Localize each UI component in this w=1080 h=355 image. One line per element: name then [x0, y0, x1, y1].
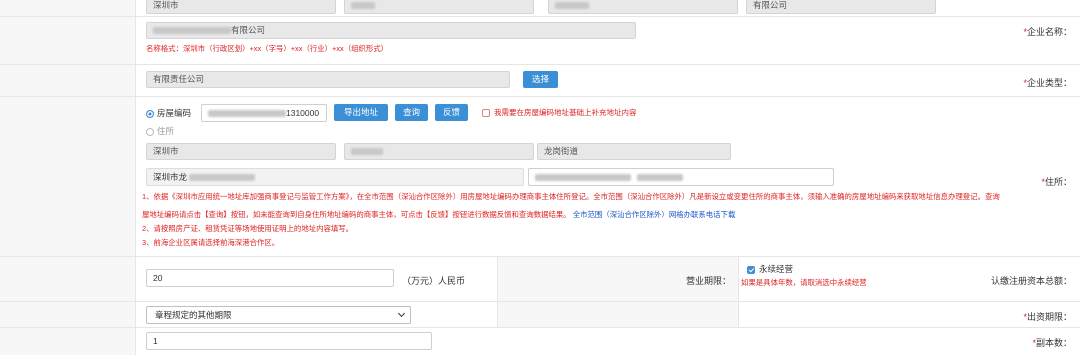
- radio-house-code-label: 房屋编码: [157, 108, 192, 118]
- address-label-text: 住所：: [1044, 177, 1072, 187]
- street-field: [548, 0, 738, 14]
- address-note-2: 屋地址编码请点击【查询】按钮，如未能查询到自身住所地址编码的商事主体，可点击【反…: [142, 210, 735, 219]
- house-code-value: 1310000: [286, 108, 320, 118]
- label-col: [0, 302, 136, 327]
- company-type-row: *企业类型： 有限责任公司 选择: [0, 65, 1080, 97]
- contribution-select[interactable]: 章程规定的其他期限: [146, 306, 411, 324]
- address-note-1: 1、依据《深圳市应用统一地址库加强商事登记与监管工作方案》，在全市范围（深汕合作…: [142, 192, 1000, 201]
- address-note-4: 3、前海企业区属请选择前海深港合作区。: [142, 238, 280, 247]
- query-button[interactable]: 查询: [395, 104, 428, 121]
- address-district-field: [344, 143, 534, 160]
- company-name-field: 有限公司: [146, 22, 636, 39]
- company-name-label-text: 企业名称：: [1026, 27, 1072, 37]
- company-type-select-button[interactable]: 选择: [523, 71, 558, 88]
- term-label: 营业期限：: [686, 276, 732, 286]
- label-col: [0, 257, 136, 301]
- address-row: *住所： 房屋编码 1310000 导出地址 查询 反馈 我需要在房屋编码地址基…: [0, 97, 1080, 257]
- company-name-row: *企业名称： 有限公司 名称格式：深圳市（行政区划）+xx（字号）+xx（行业）…: [0, 17, 1080, 65]
- copies-label-text: 副本数：: [1035, 338, 1072, 348]
- term-hint: 如果是具体年数，请取消选中永续经营: [741, 278, 867, 287]
- contribution-row: *出资期限： 章程规定的其他期限: [0, 302, 1080, 328]
- company-type-label: *企业类型：: [1023, 76, 1072, 89]
- address-note-2-red: 屋地址编码请点击【查询】按钮，如未能查询到自身住所地址编码的商事主体，可点击【反…: [142, 210, 571, 219]
- perpetual-checkbox[interactable]: 永续经营: [747, 263, 793, 275]
- full-address-detail-input[interactable]: [528, 168, 834, 186]
- radio-residence[interactable]: 住所: [146, 125, 174, 137]
- label-col: [0, 328, 136, 355]
- house-code-input[interactable]: 1310000: [201, 104, 327, 122]
- grid-office-contact-link[interactable]: 全市范围（深汕合作区除外）网格办联系电话下载: [573, 210, 736, 219]
- company-name-hint: 名称格式：深圳市（行政区划）+xx（字号）+xx（行业）+xx（组织形式）: [146, 44, 389, 53]
- company-type-field: 有限责任公司: [146, 71, 510, 88]
- top-row: 深圳市 有限公司: [0, 0, 1080, 17]
- address-label: *住所：: [1041, 175, 1072, 188]
- capital-label: 认缴注册资本总额：: [990, 276, 1072, 286]
- checkbox-checked-icon: [747, 265, 755, 274]
- contribution-label-text: 出资期限：: [1026, 312, 1072, 322]
- copies-input[interactable]: 1: [146, 332, 432, 350]
- contribution-label: *出资期限：: [1023, 310, 1072, 323]
- full-address-prefix: 深圳市龙: [153, 172, 188, 182]
- chevron-down-icon: [397, 309, 406, 318]
- capital-row: 认缴注册资本总额： 20 （万元）人民币 营业期限： 永续经营 如果是具体年数，…: [0, 257, 1080, 302]
- full-address-input[interactable]: 深圳市龙: [146, 168, 524, 186]
- radio-selected-icon: [146, 109, 154, 118]
- capital-input[interactable]: 20: [146, 269, 394, 287]
- province-field: 深圳市: [146, 0, 336, 14]
- address-street-field: 龙岗街道: [537, 143, 731, 160]
- contribution-selected-value: 章程规定的其他期限: [155, 310, 232, 320]
- label-col: [0, 17, 136, 64]
- radio-house-code[interactable]: 房屋编码: [146, 107, 191, 119]
- checkbox-icon: [482, 109, 490, 118]
- company-name-label: *企业名称：: [1023, 25, 1072, 38]
- feedback-button[interactable]: 反馈: [435, 104, 468, 121]
- perpetual-checkbox-label: 永续经营: [759, 264, 794, 274]
- label-col: [0, 97, 136, 256]
- company-name-suffix: 有限公司: [231, 25, 266, 35]
- district-field: [344, 0, 534, 14]
- label-col: [0, 65, 136, 96]
- company-type-label-text: 企业类型：: [1026, 78, 1072, 88]
- org-form-field: 有限公司: [746, 0, 936, 14]
- address-note-3: 2、请按照房产证、租赁凭证等场地使用证明上的地址内容填写。: [142, 224, 354, 233]
- radio-residence-label: 住所: [157, 126, 175, 136]
- empty-cell: [497, 302, 739, 327]
- supplement-checkbox-label: 我需要在房屋编码地址基础上补充地址内容: [494, 108, 637, 117]
- radio-unselected-icon: [146, 127, 154, 136]
- copies-label: *副本数：: [1032, 336, 1072, 349]
- export-address-button[interactable]: 导出地址: [334, 104, 388, 121]
- label-col: [0, 0, 136, 16]
- address-city-field: 深圳市: [146, 143, 336, 160]
- supplement-checkbox[interactable]: 我需要在房屋编码地址基础上补充地址内容: [482, 107, 637, 118]
- copies-row: *副本数： 1: [0, 328, 1080, 355]
- capital-unit: （万元）人民币: [402, 276, 466, 286]
